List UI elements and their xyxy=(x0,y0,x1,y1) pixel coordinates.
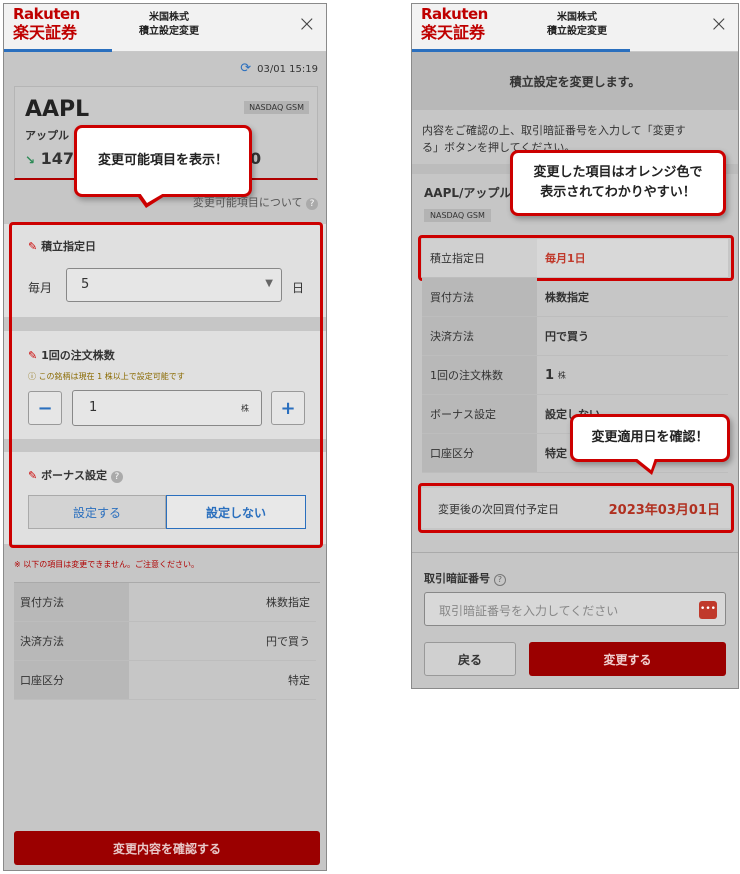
table-row: 買付方法 株数指定 xyxy=(422,278,728,317)
timestamp: 03/01 15:19 xyxy=(257,64,318,75)
row-value: 円で買う xyxy=(545,330,589,343)
changed-row-highlight xyxy=(418,235,734,281)
editable-info-link[interactable]: 変更可能項目について ? xyxy=(193,194,318,210)
row-value: 特定 xyxy=(545,447,567,460)
row-key: 口座区分 xyxy=(422,434,537,472)
row-value: 特定 xyxy=(288,674,310,687)
timestamp-row: ⟳ 03/01 15:19 xyxy=(240,61,318,76)
pin-label-row: 取引暗証番号 ? xyxy=(424,570,506,586)
left-screen: Rakuten 楽天証券 米国株式 積立設定変更 × ⟳ 03/01 15:19 … xyxy=(3,3,327,871)
editable-highlight-frame xyxy=(9,222,323,548)
editable-link-text: 変更可能項目について xyxy=(192,196,303,209)
row-key: 決済方法 xyxy=(14,622,129,660)
pin-label: 取引暗証番号 xyxy=(424,572,490,585)
logo-text-jp: 楽天証券 xyxy=(421,23,486,42)
row-value: 株数指定 xyxy=(266,596,310,609)
help-icon[interactable]: ? xyxy=(493,574,506,586)
header: Rakuten 楽天証券 米国株式 積立設定変更 × xyxy=(412,4,738,52)
down-arrow-icon: ↘ xyxy=(25,153,36,167)
row-value: 円で買う xyxy=(266,635,310,648)
row-key: 買付方法 xyxy=(422,278,537,316)
callout-tail-inner xyxy=(140,193,164,203)
row-value: 株数指定 xyxy=(545,291,589,304)
callout-tail-inner xyxy=(636,458,655,470)
pin-input[interactable]: 取引暗証番号を入力してください ••• xyxy=(424,592,726,626)
title-line2: 積立設定変更 xyxy=(139,26,199,37)
stock-name: アップル xyxy=(25,129,69,142)
confirm-changes-button[interactable]: 変更内容を確認する xyxy=(14,831,320,865)
back-button[interactable]: 戻る xyxy=(424,642,516,676)
header-divider xyxy=(112,51,326,52)
page-title: 米国株式 積立設定変更 xyxy=(104,11,234,39)
stock-ticker: AAPL xyxy=(25,97,90,122)
title-line2: 積立設定変更 xyxy=(547,26,607,37)
row-key: 決済方法 xyxy=(422,317,537,355)
page-title: 米国株式 積立設定変更 xyxy=(512,11,642,39)
rakuten-logo: Rakuten 楽天証券 xyxy=(13,6,93,43)
close-icon[interactable]: × xyxy=(710,14,728,36)
tab-underline xyxy=(4,49,112,52)
pin-placeholder: 取引暗証番号を入力してください xyxy=(439,604,619,618)
stock-price: ↘ 147 xyxy=(25,149,74,168)
intro-line1: 内容をご確認の上、取引暗証番号を入力して「変更す xyxy=(422,124,686,137)
page-banner: 積立設定を変更します。 xyxy=(412,52,738,110)
table-row: 決済方法 円で買う xyxy=(14,622,316,661)
title-line1: 米国株式 xyxy=(557,12,597,23)
title-line1: 米国株式 xyxy=(149,12,189,23)
table-row: 1回の注文株数 1 株 xyxy=(422,356,728,395)
callout-editable-items: 変更可能項目を表示！ xyxy=(74,125,252,197)
shares-unit: 株 xyxy=(557,370,566,380)
divider xyxy=(412,552,738,553)
stock-name: AAPL/アップル xyxy=(424,186,512,200)
callout-orange-text: 変更した項目はオレンジ色で 表示されてわかりやすい！ xyxy=(510,150,726,216)
next-date-highlight xyxy=(418,483,734,533)
price-value: 147 xyxy=(40,149,75,168)
row-key: 買付方法 xyxy=(14,583,129,621)
right-screen: Rakuten 楽天証券 米国株式 積立設定変更 × 積立設定を変更します。 内… xyxy=(411,3,739,689)
help-icon[interactable]: ? xyxy=(306,198,318,210)
logo-text-en: Rakuten xyxy=(13,5,80,23)
exchange-badge: NASDAQ GSM xyxy=(244,101,309,114)
rakuten-logo: Rakuten 楽天証券 xyxy=(421,6,501,43)
shares-value: 1 xyxy=(545,367,555,383)
callout-apply-date: 変更適用日を確認！ xyxy=(570,414,730,462)
close-icon[interactable]: × xyxy=(298,14,316,36)
row-key: ボーナス設定 xyxy=(422,395,537,433)
exchange-badge: NASDAQ GSM xyxy=(424,209,491,222)
logo-text-en: Rakuten xyxy=(421,5,488,23)
header: Rakuten 楽天証券 米国株式 積立設定変更 × xyxy=(4,4,326,52)
keypad-icon[interactable]: ••• xyxy=(699,601,717,619)
submit-change-button[interactable]: 変更する xyxy=(529,642,726,676)
row-key: 口座区分 xyxy=(14,661,129,699)
table-row: 口座区分 特定 xyxy=(14,661,316,700)
refresh-icon[interactable]: ⟳ xyxy=(240,61,251,76)
row-value: 1 株 xyxy=(545,356,566,394)
row-key: 1回の注文株数 xyxy=(422,356,537,394)
logo-text-jp: 楽天証券 xyxy=(13,23,78,42)
warning-text: ※ 以下の項目は変更できません。ご注意ください。 xyxy=(14,560,200,569)
table-row: 決済方法 円で買う xyxy=(422,317,728,356)
table-row: 買付方法 株数指定 xyxy=(14,583,316,622)
